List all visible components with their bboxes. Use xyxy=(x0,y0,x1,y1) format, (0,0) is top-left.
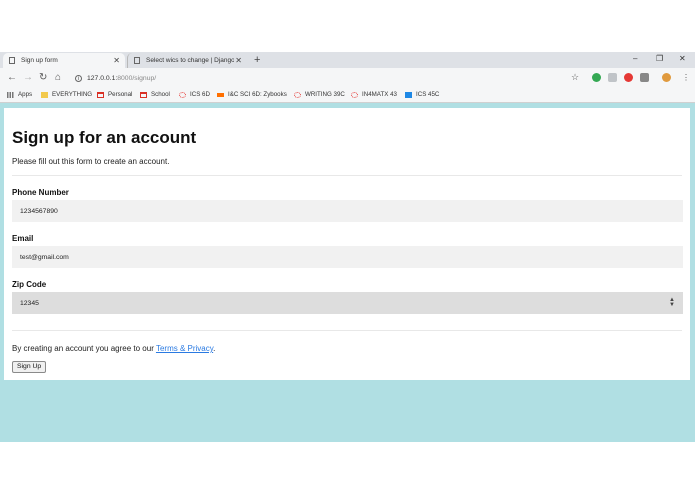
apps-grid-icon xyxy=(7,91,14,98)
opera-extension-icon[interactable] xyxy=(624,73,633,82)
grammarly-extension-icon[interactable] xyxy=(592,73,601,82)
email-label: Email xyxy=(12,234,34,243)
back-icon[interactable]: ← xyxy=(7,72,17,84)
circle-logo-icon xyxy=(351,91,358,98)
close-window-icon[interactable]: ✕ xyxy=(679,54,686,63)
browser-window: Sign up form ✕ Select wics to change | D… xyxy=(0,52,695,442)
bookmark-writing-39c[interactable]: WRITING 39C xyxy=(294,91,345,98)
page-title: Sign up for an account xyxy=(12,128,197,147)
url-path: 8000/signup/ xyxy=(117,74,157,82)
zybooks-icon xyxy=(217,92,224,97)
tab-django-admin[interactable]: Select wics to change | Django si ✕ xyxy=(127,53,247,68)
signup-form-card: Sign up for an account Please fill out t… xyxy=(4,108,690,380)
divider xyxy=(12,175,682,176)
circle-logo-icon xyxy=(294,91,301,98)
bookmarks-bar: Apps EVERYTHING Personal School ICS 6D I… xyxy=(0,88,695,103)
phone-label: Phone Number xyxy=(12,188,69,197)
close-tab-icon[interactable]: ✕ xyxy=(113,56,120,65)
info-icon[interactable]: i xyxy=(75,74,82,82)
new-tab-icon[interactable]: + xyxy=(254,54,260,66)
home-icon[interactable]: ⌂ xyxy=(55,72,61,84)
divider xyxy=(12,330,682,331)
bookmark-apps[interactable]: Apps xyxy=(7,91,32,98)
top-margin xyxy=(0,0,695,52)
extension-icon[interactable] xyxy=(608,73,617,82)
minimize-icon[interactable]: – xyxy=(633,54,637,63)
tab-label: Select wics to change | Django si xyxy=(146,57,234,64)
extension-icon[interactable] xyxy=(640,73,649,82)
sign-up-button[interactable]: Sign Up xyxy=(12,361,47,373)
zip-label: Zip Code xyxy=(12,280,47,289)
zip-value: 12345 xyxy=(20,299,39,307)
form-subtitle: Please fill out this form to create an a… xyxy=(12,157,170,166)
tab-label: Sign up form xyxy=(21,57,58,64)
address-bar[interactable]: i 127.0.0.1: 8000/signup/ xyxy=(75,71,585,85)
terms-text: By creating an account you agree to our … xyxy=(12,344,216,353)
grid-logo-icon xyxy=(405,91,412,98)
bookmark-in4matx-43[interactable]: IN4MATX 43 xyxy=(351,91,397,98)
gmail-icon xyxy=(97,91,104,98)
tab-sign-up-form[interactable]: Sign up form ✕ xyxy=(3,53,125,68)
tab-strip: Sign up form ✕ Select wics to change | D… xyxy=(0,52,695,68)
bookmark-everything[interactable]: EVERYTHING xyxy=(41,91,92,98)
bookmark-ics-6d[interactable]: ICS 6D xyxy=(179,91,210,98)
bookmark-ics-45c[interactable]: ICS 45C xyxy=(405,91,439,98)
url-host: 127.0.0.1: xyxy=(87,74,118,82)
phone-value: 1234567890 xyxy=(20,207,58,215)
folder-icon xyxy=(41,91,48,98)
zip-input[interactable]: 12345 ▲ ▼ xyxy=(12,292,683,314)
bookmark-personal[interactable]: Personal xyxy=(97,91,132,98)
email-value: test@gmail.com xyxy=(20,253,69,261)
bookmark-school[interactable]: School xyxy=(140,91,170,98)
gmail-icon xyxy=(140,91,147,98)
terms-privacy-link[interactable]: Terms & Privacy xyxy=(156,344,213,353)
bottom-margin xyxy=(0,442,695,494)
forward-icon[interactable]: → xyxy=(23,72,33,84)
document-icon xyxy=(134,57,140,64)
email-input[interactable]: test@gmail.com xyxy=(12,246,683,268)
restore-icon[interactable]: ❐ xyxy=(656,54,663,63)
avatar[interactable] xyxy=(662,73,671,82)
bookmark-star-icon[interactable]: ☆ xyxy=(571,72,579,83)
toolbar: ← → ↻ ⌂ i 127.0.0.1: 8000/signup/ ☆ ⋮ xyxy=(0,68,695,88)
spinner-arrows-icon[interactable]: ▲ ▼ xyxy=(669,297,675,308)
phone-input[interactable]: 1234567890 xyxy=(12,200,683,222)
circle-logo-icon xyxy=(179,91,186,98)
menu-icon[interactable]: ⋮ xyxy=(682,72,690,84)
reload-icon[interactable]: ↻ xyxy=(39,72,47,84)
bookmark-zybooks[interactable]: I&C SCI 6D: Zybooks xyxy=(217,91,287,98)
document-icon xyxy=(9,57,15,64)
close-tab-icon[interactable]: ✕ xyxy=(235,56,242,65)
